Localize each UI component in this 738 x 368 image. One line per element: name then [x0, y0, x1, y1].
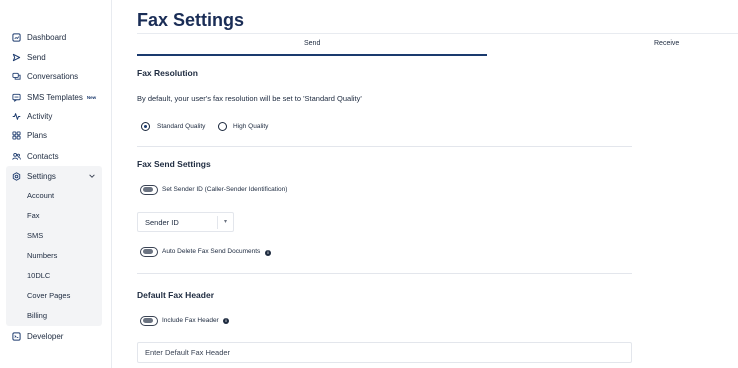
new-badge: New [86, 94, 97, 100]
gear-icon [12, 171, 21, 181]
chevron-down-icon[interactable]: ▾ [224, 218, 227, 225]
sender-id-toggle[interactable] [140, 185, 158, 195]
include-fax-header-toggle[interactable] [140, 316, 158, 326]
sidebar: Dashboard Send Conversations SMS Templat… [0, 0, 112, 368]
auto-delete-toggle[interactable] [140, 247, 158, 257]
section-divider [137, 273, 632, 274]
info-icon[interactable]: i [265, 250, 271, 256]
settings-sub-item-account[interactable]: Account [27, 191, 54, 200]
conversations-icon [12, 72, 21, 81]
tab-send[interactable]: Send [304, 40, 320, 47]
sidebar-item-label: Settings [27, 171, 56, 181]
sender-id-toggle-label: Set Sender ID (Caller-Sender Identificat… [162, 186, 288, 193]
info-icon[interactable]: i [223, 318, 229, 324]
page-title: Fax Settings [137, 10, 245, 30]
fax-resolution-title: Fax Resolution [137, 68, 198, 78]
send-icon [12, 53, 21, 62]
fax-resolution-description: By default, your user's fax resolution w… [137, 94, 362, 103]
sms-templates-icon [12, 93, 21, 102]
tabs-divider [137, 33, 738, 34]
high-quality-radio[interactable] [218, 122, 227, 131]
sender-id-select-value: Sender ID [145, 218, 179, 227]
standard-quality-radio[interactable] [141, 122, 150, 131]
fax-send-settings-title: Fax Send Settings [137, 159, 211, 169]
sidebar-item-dashboard[interactable]: Dashboard [12, 29, 66, 45]
sidebar-item-label: Send [27, 52, 46, 62]
sidebar-item-plans[interactable]: Plans [12, 127, 47, 143]
sidebar-item-label: Plans [27, 130, 48, 140]
default-fax-header-input[interactable] [137, 342, 632, 363]
settings-sub-item-sms[interactable]: SMS [27, 231, 43, 240]
chevron-down-icon[interactable] [88, 172, 96, 180]
sidebar-item-label: Conversations [27, 71, 79, 81]
sender-id-select[interactable]: Sender ID ▾ [137, 212, 234, 232]
sidebar-item-settings[interactable]: Settings [12, 168, 100, 184]
sidebar-item-label: Contacts [27, 151, 59, 161]
sidebar-item-contacts[interactable]: Contacts [12, 148, 59, 164]
activity-icon [12, 112, 21, 121]
select-separator [217, 216, 218, 229]
sidebar-item-label: Dashboard [27, 32, 67, 42]
default-fax-header-title: Default Fax Header [137, 290, 214, 300]
section-divider [137, 146, 632, 147]
plans-icon [12, 130, 21, 140]
developer-icon [12, 331, 21, 341]
sidebar-item-label: SMS Templates [27, 92, 83, 102]
settings-sub-item-billing[interactable]: Billing [27, 311, 47, 320]
sidebar-item-label: Activity [27, 111, 53, 121]
sidebar-item-label: Developer [27, 331, 64, 341]
standard-quality-label[interactable]: Standard Quality [157, 123, 205, 130]
contacts-icon [12, 152, 21, 161]
dashboard-icon [12, 32, 21, 42]
settings-group [6, 166, 102, 326]
tab-receive[interactable]: Receive [654, 40, 679, 47]
settings-sub-item-fax[interactable]: Fax [27, 211, 40, 220]
sidebar-item-conversations[interactable]: Conversations [12, 68, 78, 84]
settings-sub-item-10dlc[interactable]: 10DLC [27, 271, 50, 280]
settings-sub-item-cover-pages[interactable]: Cover Pages [27, 291, 70, 300]
active-tab-indicator [137, 54, 487, 56]
sidebar-item-activity[interactable]: Activity [12, 108, 52, 124]
high-quality-label[interactable]: High Quality [233, 123, 268, 130]
settings-sub-item-numbers[interactable]: Numbers [27, 251, 57, 260]
sidebar-item-send[interactable]: Send [12, 49, 46, 65]
sidebar-item-sms-templates[interactable]: SMS Templates New [12, 89, 96, 105]
auto-delete-toggle-label: Auto Delete Fax Send Documents [162, 248, 261, 255]
include-fax-header-toggle-label: Include Fax Header [162, 317, 219, 324]
sidebar-item-developer[interactable]: Developer [12, 328, 63, 344]
